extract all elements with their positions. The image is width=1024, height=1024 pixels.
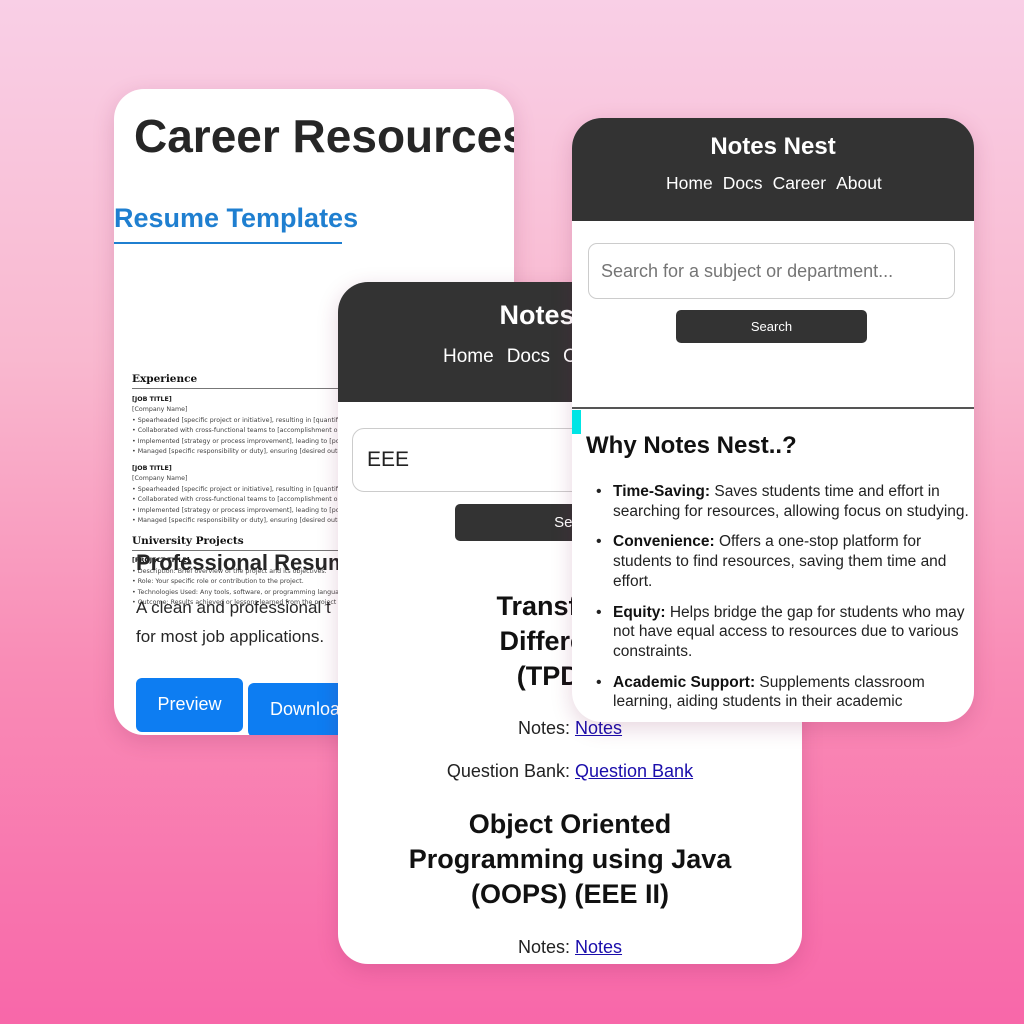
- notes-row: Notes: Notes: [338, 937, 802, 958]
- course-title: Object Oriented Programming using Java (…: [338, 807, 802, 912]
- resume-bullet: Role: Your specific role or contribution…: [132, 578, 304, 585]
- nav-link-career[interactable]: Career: [773, 173, 827, 194]
- nav-link-docs[interactable]: Docs: [723, 173, 763, 194]
- site-brand[interactable]: Notes Nest: [572, 133, 974, 161]
- benefit-term: Convenience:: [613, 533, 715, 551]
- section-divider: [572, 407, 974, 409]
- main-nav: Home Docs C: [443, 346, 590, 368]
- resume-bullet: Technologies Used: Any tools, software, …: [132, 589, 368, 596]
- benefit-item: Convenience: Offers a one-stop platform …: [594, 532, 974, 591]
- resume-bullet: Managed [specific responsibility or duty…: [132, 448, 358, 455]
- course-title-line: (OOPS) (EEE II): [470, 879, 670, 909]
- benefits-list: Time-Saving: Saves students time and eff…: [594, 482, 974, 722]
- site-header: Notes Nest Home Docs Career About: [572, 118, 974, 221]
- nav-link-home[interactable]: Home: [666, 173, 713, 194]
- notes-nest-home-card: Notes Nest Home Docs Career About Search…: [572, 118, 974, 722]
- benefit-text: Helps bridge the gap for students who ma…: [613, 603, 965, 660]
- question-bank-row: Question Bank: Question Bank: [338, 761, 802, 782]
- resume-company: [Company Name]: [132, 475, 188, 482]
- why-notes-nest-heading: Why Notes Nest..?: [586, 432, 797, 459]
- text-cursor-highlight: [572, 410, 581, 434]
- search-button[interactable]: Search: [676, 310, 867, 343]
- course-title-line: Programming using Java: [408, 844, 732, 874]
- benefit-term: Time-Saving:: [613, 483, 711, 500]
- question-bank-label: Question Bank:: [446, 761, 570, 781]
- search-input[interactable]: [588, 243, 955, 299]
- preview-button[interactable]: Preview: [136, 678, 243, 732]
- resume-bullet: Collaborated with cross-functional teams…: [132, 496, 363, 503]
- template-title: Professional Resume: [136, 550, 360, 575]
- notes-label: Notes:: [517, 937, 570, 957]
- benefit-item: Time-Saving: Saves students time and eff…: [594, 482, 974, 521]
- resume-bullet: Managed [specific responsibility or duty…: [132, 517, 358, 524]
- resume-job-title: [JOB TITLE]: [132, 396, 172, 403]
- section-heading-resume-templates: Resume Templates: [114, 203, 358, 244]
- nav-link-about[interactable]: About: [836, 173, 882, 194]
- question-bank-link[interactable]: Question Bank: [575, 761, 693, 781]
- resume-company: [Company Name]: [132, 406, 188, 413]
- resume-job-title: [JOB TITLE]: [132, 465, 172, 472]
- template-description: A clean and professional t: [136, 598, 331, 617]
- page-title: Career Resources: [134, 110, 514, 162]
- benefit-item: Equity: Helps bridge the gap for student…: [594, 603, 974, 662]
- notes-label: Notes:: [517, 718, 570, 738]
- nav-link-docs[interactable]: Docs: [507, 346, 550, 368]
- course-title-line: Object Oriented: [468, 809, 672, 839]
- main-nav: Home Docs Career About: [666, 173, 892, 194]
- template-description: for most job applications.: [136, 627, 325, 646]
- benefit-term: Equity:: [613, 603, 666, 621]
- benefit-item: Academic Support: Supplements classroom …: [594, 673, 974, 712]
- nav-link-home[interactable]: Home: [443, 346, 494, 368]
- benefit-term: Academic Support:: [613, 673, 756, 691]
- resume-bullet: Collaborated with cross-functional teams…: [132, 427, 363, 434]
- notes-link[interactable]: Notes: [575, 937, 622, 957]
